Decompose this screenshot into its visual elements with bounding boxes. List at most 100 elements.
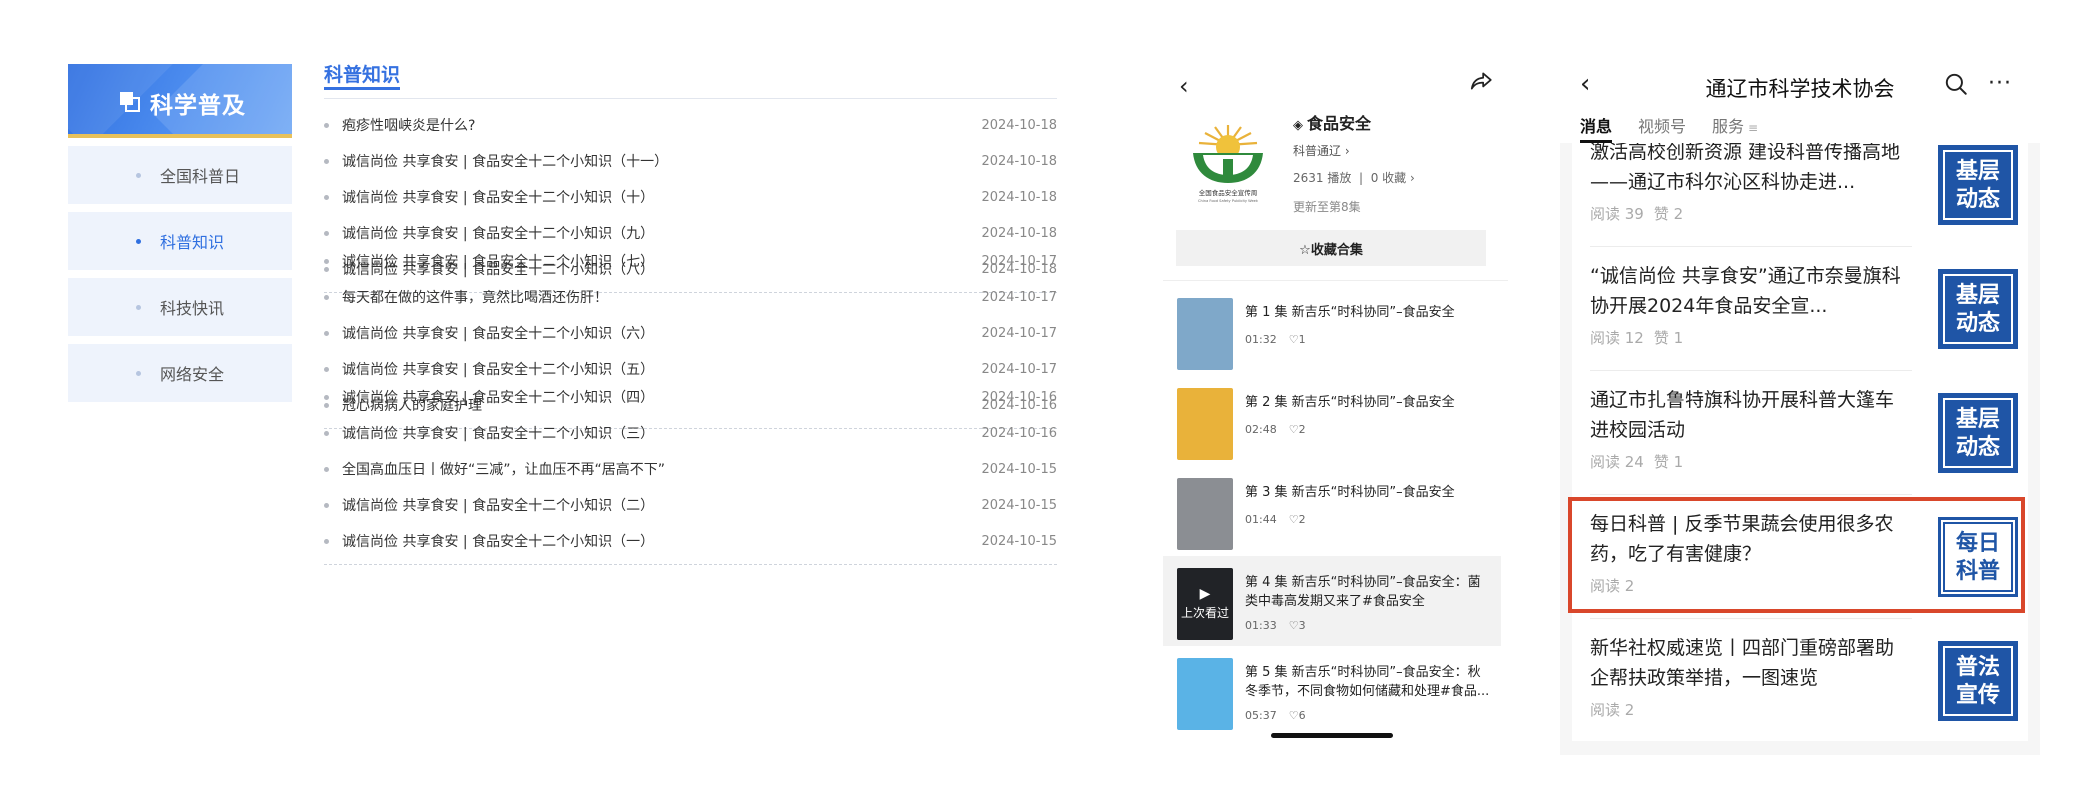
article-title: 诚信尚俭 共享食安 | 食品安全十二个小知识（七） (342, 254, 655, 270)
episode-title: 第 2 集 新吉乐“时科协同”–食品安全 (1245, 395, 1455, 410)
article-row[interactable]: 每天都在做的这件事，竟然比喝酒还伤肝！ 2024-10-17 (324, 279, 1057, 315)
episode-likes: 1 (1298, 333, 1306, 346)
tab-services[interactable]: 服务 ≡ (1712, 113, 1758, 143)
read-count: 阅读 12 (1590, 329, 1644, 347)
title-divider (324, 98, 1057, 99)
article-date: 2024-10-18 (981, 153, 1057, 169)
favorite-count: 0 收藏 (1370, 171, 1407, 185)
article-stats: 阅读 24 赞 1 (1590, 451, 1683, 472)
article-date: 2024-10-15 (981, 533, 1057, 549)
episode-item[interactable]: 第 2 集 新吉乐“时科协同”–食品安全 02:48 ♡2 (1163, 376, 1501, 466)
article-row[interactable]: 全国高血压日丨做好“三减”，让血压不再“居高不下” 2024-10-15 (324, 451, 1057, 487)
episode-meta: 01:32 ♡1 (1245, 333, 1306, 346)
account-header: ‹ 通辽市科学技术协会 ··· 消息 视频号 服务 ≡ (1560, 55, 2040, 143)
episode-item[interactable]: 第 5 集 新吉乐“时科协同”–食品安全：秋冬季节，不同食物如何储藏和处理#食品… (1163, 646, 1501, 736)
bullet-icon (324, 395, 329, 400)
logo-subtext: China Food Safety Publicity Week (1198, 199, 1259, 203)
sidebar-item-national-science-day[interactable]: 全国科普日 (68, 146, 292, 204)
bullet-icon (324, 503, 329, 508)
article-item[interactable]: 激活高校创新资源 建设科普传播高地——通辽市科尔沁区科协走进... 阅读 39 赞 … (1572, 143, 2028, 247)
episode-duration: 01:44 (1245, 513, 1277, 526)
sidebar-item-science-knowledge[interactable]: 科普知识 (68, 212, 292, 270)
list-title: 科普知识 (324, 60, 401, 90)
article-row[interactable]: 诚信尚俭 共享食安 | 食品安全十二个小知识（三） 2024-10-16 (324, 415, 1057, 451)
article-thumbnail: 基层 动态 (1938, 145, 2018, 225)
article-row[interactable]: 诚信尚俭 共享食安 | 食品安全十二个小知识（一） 2024-10-15 (324, 523, 1057, 559)
article-title: 全国高血压日丨做好“三减”，让血压不再“居高不下” (342, 462, 666, 478)
article-item[interactable]: 新华社权威速览丨四部门重磅部署助企帮扶政策举措，一图速览 阅读 2 普法 宣传 (1572, 619, 2028, 741)
bullet-icon (324, 195, 329, 200)
heart-icon: ♡ (1288, 513, 1299, 526)
collection-name: ◈ 食品安全 (1293, 110, 1415, 134)
article-date: 2024-10-17 (981, 361, 1057, 377)
sidebar-title: 科学普及 (150, 93, 246, 119)
article-row[interactable]: 疱疹性咽峡炎是什么? 2024-10-18 (324, 107, 1057, 143)
article-row[interactable]: 诚信尚俭 共享食安 | 食品安全十二个小知识（十一） 2024-10-18 (324, 143, 1057, 179)
heart-icon: ♡ (1288, 709, 1299, 722)
article-date: 2024-10-18 (981, 189, 1057, 205)
last-watched-label: 上次看过 (1180, 606, 1229, 620)
article-stats: 阅读 12 赞 1 (1590, 327, 1683, 348)
sidebar-item-tech-news[interactable]: 科技快讯 (68, 278, 292, 336)
episode-meta: 02:48 ♡2 (1245, 423, 1306, 436)
back-icon[interactable]: ‹ (1179, 72, 1189, 100)
article-row[interactable]: 诚信尚俭 共享食安 | 食品安全十二个小知识（二） 2024-10-15 (324, 487, 1057, 523)
heart-icon: ♡ (1288, 619, 1299, 632)
update-status: 更新至第8集 (1293, 200, 1361, 214)
article-row[interactable]: 诚信尚俭 共享食安 | 食品安全十二个小知识（七） 2024-10-17 (324, 243, 1057, 279)
article-row[interactable]: 诚信尚俭 共享食安 | 食品安全十二个小知识（四） 2024-10-16 (324, 379, 1057, 415)
search-icon[interactable] (1943, 71, 1969, 97)
article-title: 诚信尚俭 共享食安 | 食品安全十二个小知识（九） (342, 226, 655, 242)
share-icon[interactable] (1468, 68, 1494, 94)
article-title: 新华社权威速览丨四部门重磅部署助企帮扶政策举措，一图速览 (1590, 637, 1895, 689)
video-collection-screen: ‹ 全国食品安全宣传周 China Food Safety Publicity … (1163, 60, 1508, 750)
article-row[interactable]: 诚信尚俭 共享食安 | 食品安全十二个小知识（十） 2024-10-18 (324, 179, 1057, 215)
section-icon (120, 92, 140, 112)
collection-source-link[interactable]: 科普通辽 › (1293, 142, 1415, 159)
article-date: 2024-10-16 (981, 389, 1057, 405)
food-safety-logo: 全国食品安全宣传周 China Food Safety Publicity We… (1193, 125, 1263, 203)
thumbnail-text: 基层 动态 (1943, 398, 2013, 468)
tab-messages[interactable]: 消息 (1580, 113, 1613, 143)
sidebar-header: 科学普及 (68, 64, 292, 138)
episode-title: 第 4 集 新吉乐“时科协同”–食品安全：菌类中毒高发期又来了#食品安全 (1245, 575, 1481, 609)
article-date: 2024-10-18 (981, 225, 1057, 241)
collect-collection-button[interactable]: ☆收藏合集 (1176, 230, 1486, 266)
bullet-icon (324, 295, 329, 300)
episode-item[interactable]: 第 1 集 新吉乐“时科协同”–食品安全 01:32 ♡1 (1163, 286, 1501, 376)
bullet-icon (324, 231, 329, 236)
collection-name-text: 食品安全 (1307, 114, 1372, 133)
tab-channels[interactable]: 视频号 (1638, 113, 1686, 143)
more-options-icon[interactable]: ··· (1988, 71, 2012, 96)
thumbnail-text: 普法 宣传 (1943, 646, 2013, 716)
article-title: 诚信尚俭 共享食安 | 食品安全十二个小知识（二） (342, 498, 655, 514)
article-item[interactable]: “诚信尚俭 共享食安”通辽市奈曼旗科协开展2024年食品安全宣... 阅读 12 赞… (1572, 247, 2028, 371)
episode-likes: 2 (1298, 513, 1306, 526)
like-count: 赞 1 (1653, 453, 1684, 471)
episode-meta: 01:33 ♡3 (1245, 619, 1306, 632)
article-title: 每天都在做的这件事，竟然比喝酒还伤肝！ (342, 290, 608, 306)
episode-duration: 02:48 (1245, 423, 1277, 436)
episode-title: 第 3 集 新吉乐“时科协同”–食品安全 (1245, 485, 1455, 500)
like-count: 赞 1 (1653, 329, 1684, 347)
article-item[interactable]: 通辽市扎鲁特旗科协开展科普大篷车进校园活动 阅读 24 赞 1 基层 动态 (1572, 371, 2028, 495)
like-count: 赞 2 (1653, 205, 1684, 223)
logo-text: 全国食品安全宣传周 (1199, 188, 1258, 197)
episode-item[interactable]: 第 3 集 新吉乐“时科协同”–食品安全 01:44 ♡2 (1163, 466, 1501, 556)
heart-icon: ♡ (1288, 423, 1299, 436)
article-row[interactable]: 诚信尚俭 共享食安 | 食品安全十二个小知识（六） 2024-10-17 (324, 315, 1057, 351)
bullet-icon (324, 331, 329, 336)
episode-likes: 2 (1298, 423, 1306, 436)
article-date: 2024-10-17 (981, 325, 1057, 341)
episode-item[interactable]: ▶ 上次看过 第 4 集 新吉乐“时科协同”–食品安全：菌类中毒高发期又来了#食品安… (1163, 556, 1501, 646)
menu-icon: ≡ (1748, 121, 1759, 135)
episode-duration: 05:37 (1245, 709, 1277, 722)
article-date: 2024-10-15 (981, 461, 1057, 477)
episode-thumbnail (1177, 388, 1233, 460)
episode-meta: 05:37 ♡6 (1245, 709, 1306, 722)
sidebar-item-network-security[interactable]: 网络安全 (68, 344, 292, 402)
collection-stack-icon: ◈ (1293, 118, 1303, 133)
source-text: 科普通辽 (1293, 144, 1342, 158)
article-list: 科普知识 疱疹性咽峡炎是什么? 2024-10-18 诚信尚俭 共享食安 | 食品安… (324, 60, 1057, 565)
bullet-icon (136, 305, 141, 310)
